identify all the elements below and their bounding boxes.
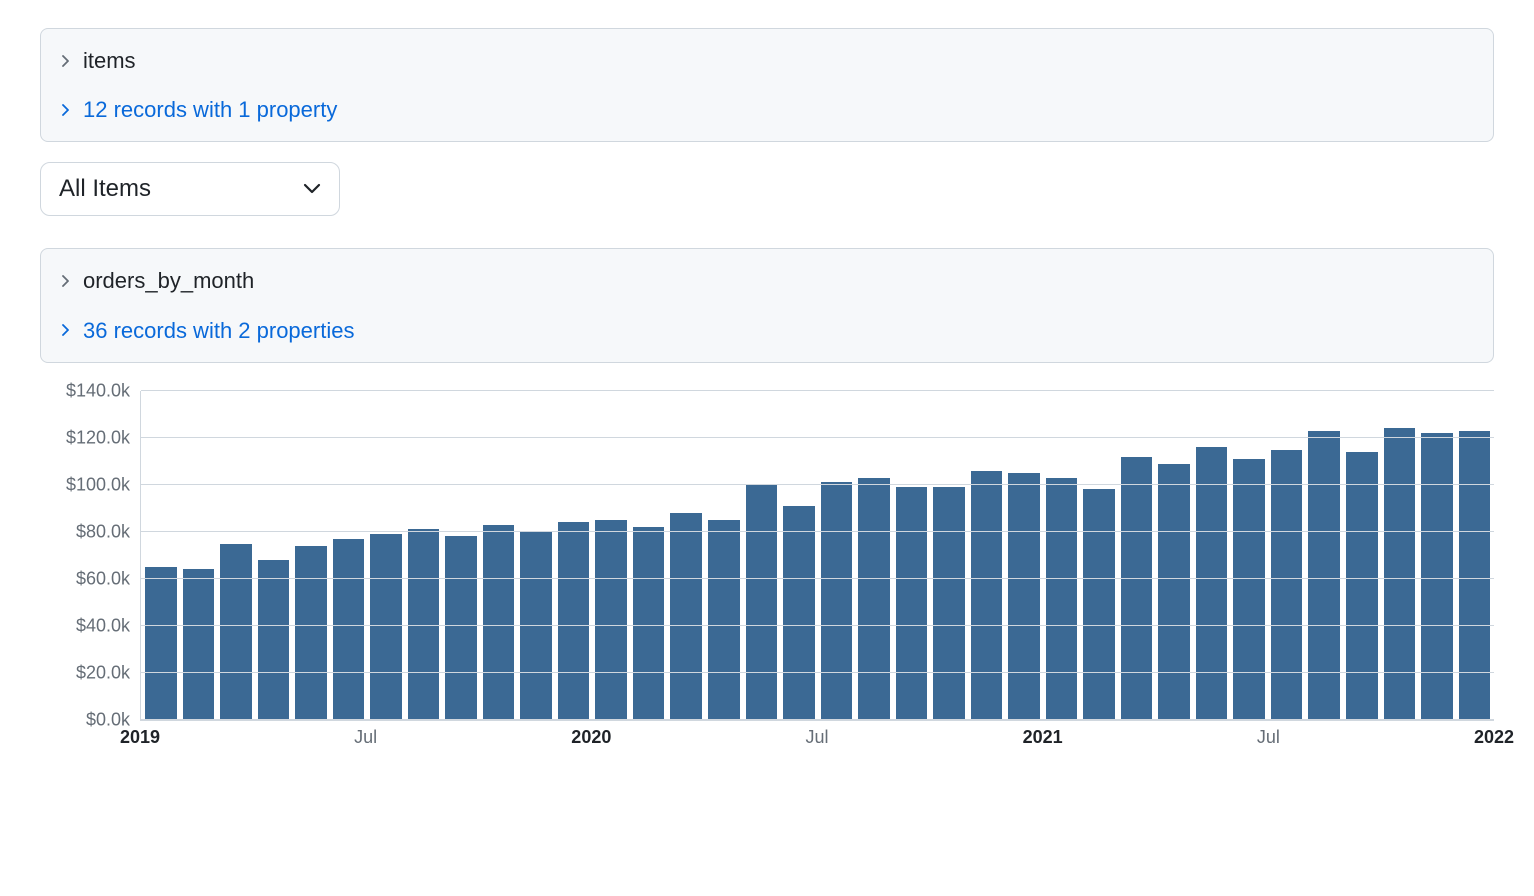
- chart-bar: [1233, 459, 1265, 720]
- chart-bar: [1421, 433, 1453, 720]
- chart-bar: [1046, 478, 1078, 720]
- chart-x-axis: 2019Jul2020Jul2021Jul2022: [140, 721, 1494, 751]
- chart-bar: [483, 525, 515, 720]
- chart-gridline: [141, 531, 1494, 532]
- orders-link-row[interactable]: 36 records with 2 properties: [59, 313, 1475, 348]
- orders-title: orders_by_month: [83, 263, 254, 298]
- chart-gridline: [141, 625, 1494, 626]
- chevron-right-icon: [59, 54, 73, 68]
- chart-bar: [1083, 489, 1115, 719]
- orders-records-link[interactable]: 36 records with 2 properties: [83, 313, 354, 348]
- chart-bar: [633, 527, 665, 720]
- chart-y-tick: $40.0k: [76, 615, 130, 636]
- chart-bar: [295, 546, 327, 720]
- chart-bar: [708, 520, 740, 720]
- chart-bar: [1158, 464, 1190, 720]
- chart-bar: [1121, 457, 1153, 720]
- items-link-row[interactable]: 12 records with 1 property: [59, 92, 1475, 127]
- chart-bar: [558, 522, 590, 719]
- chevron-down-icon: [303, 183, 321, 195]
- items-filter-select[interactable]: All Items: [40, 162, 340, 216]
- orders-title-row[interactable]: orders_by_month: [59, 263, 1475, 298]
- chart-x-tick: 2021: [1023, 727, 1063, 748]
- chart-bar: [1459, 431, 1491, 720]
- chart-bar: [1384, 428, 1416, 719]
- chart-y-tick: $100.0k: [66, 474, 130, 495]
- chart-gridline: [141, 484, 1494, 485]
- chart-bar: [1271, 450, 1303, 720]
- chart-gridline: [141, 719, 1494, 720]
- chart-bar: [595, 520, 627, 720]
- chart-bar: [445, 536, 477, 719]
- chart-x-tick: Jul: [354, 727, 377, 748]
- chart-y-tick: $140.0k: [66, 380, 130, 401]
- items-title: items: [83, 43, 136, 78]
- chart-bar: [971, 471, 1003, 720]
- chevron-right-icon: [59, 323, 73, 337]
- chart-bar: [1308, 431, 1340, 720]
- chart-gridline: [141, 672, 1494, 673]
- chart-bar: [370, 534, 402, 720]
- chart-bar: [183, 569, 215, 719]
- chart-y-tick: $120.0k: [66, 427, 130, 448]
- chart-gridline: [141, 437, 1494, 438]
- chart-x-tick: 2022: [1474, 727, 1514, 748]
- chart-y-tick: $60.0k: [76, 568, 130, 589]
- chart-bar: [145, 567, 177, 720]
- items-panel: items 12 records with 1 property: [40, 28, 1494, 142]
- chart-bar: [783, 506, 815, 720]
- chart-bar: [1008, 473, 1040, 720]
- chart-y-axis: $0.0k$20.0k$40.0k$60.0k$80.0k$100.0k$120…: [40, 391, 140, 720]
- chart-bar: [520, 532, 552, 720]
- chart-bar: [896, 487, 928, 720]
- orders-by-month-chart: $0.0k$20.0k$40.0k$60.0k$80.0k$100.0k$120…: [40, 391, 1494, 751]
- chart-plot-area: [140, 391, 1494, 721]
- chart-gridline: [141, 390, 1494, 391]
- items-filter-value: All Items: [59, 175, 151, 203]
- chart-bar: [220, 544, 252, 720]
- chart-bar: [933, 487, 965, 720]
- chart-y-tick: $20.0k: [76, 662, 130, 683]
- chart-x-tick: 2019: [120, 727, 160, 748]
- items-title-row[interactable]: items: [59, 43, 1475, 78]
- chevron-right-icon: [59, 103, 73, 117]
- chart-bar: [746, 485, 778, 720]
- filter-row: All Items: [40, 162, 1494, 216]
- chart-bar: [258, 560, 290, 720]
- chart-x-tick: Jul: [805, 727, 828, 748]
- chevron-right-icon: [59, 274, 73, 288]
- chart-bars: [141, 391, 1494, 720]
- chart-bar: [858, 478, 890, 720]
- orders-panel: orders_by_month 36 records with 2 proper…: [40, 248, 1494, 362]
- chart-bar: [821, 482, 853, 719]
- items-records-link[interactable]: 12 records with 1 property: [83, 92, 337, 127]
- chart-x-tick: Jul: [1257, 727, 1280, 748]
- chart-y-tick: $80.0k: [76, 521, 130, 542]
- chart-bar: [1196, 447, 1228, 720]
- chart-x-tick: 2020: [571, 727, 611, 748]
- chart-bar: [1346, 452, 1378, 720]
- chart-bar: [670, 513, 702, 720]
- chart-bar: [333, 539, 365, 720]
- chart-gridline: [141, 578, 1494, 579]
